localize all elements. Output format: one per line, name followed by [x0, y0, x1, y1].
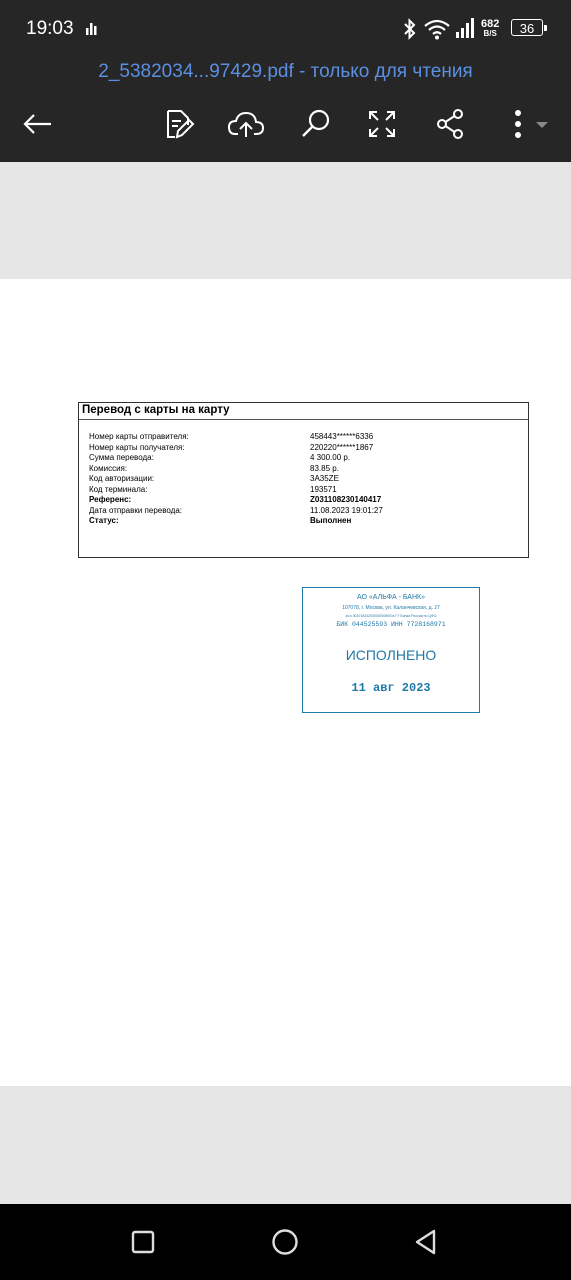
receipt-row: Статус: Выполнен — [89, 516, 519, 526]
pdf-page[interactable]: Перевод с карты на карту Номер карты отп… — [0, 279, 571, 1086]
circle-icon — [272, 1229, 298, 1255]
receipt-row-label: Статус: — [89, 516, 119, 525]
back-arrow-icon — [23, 114, 51, 134]
receipt-row: Дата отправки перевода: 11.08.2023 19:01… — [89, 506, 519, 516]
recent-apps-button[interactable] — [125, 1224, 161, 1260]
share-icon — [437, 109, 463, 139]
receipt-title: Перевод с карты на карту — [82, 404, 230, 416]
stamp-date: 11 авг 2023 — [351, 681, 431, 695]
triangle-back-icon — [415, 1229, 436, 1255]
signal-icon — [456, 18, 476, 43]
receipt-row-label: Сумма перевода: — [89, 453, 154, 462]
receipt-divider — [79, 419, 528, 420]
cloud-upload-icon — [228, 111, 264, 137]
battery-indicator: 36 — [511, 19, 547, 36]
network-speed-unit: B/S — [483, 29, 497, 38]
back-button[interactable] — [17, 104, 57, 144]
transfer-receipt: Перевод с карты на карту Номер карты отп… — [78, 402, 529, 558]
edit-icon — [167, 110, 195, 139]
network-speed-value: 682 — [481, 18, 500, 30]
receipt-row-value: 11.08.2023 19:01:27 — [310, 506, 383, 515]
receipt-row: Номер карты получателя: 220220******1867 — [89, 443, 519, 453]
receipt-row-label: Референс: — [89, 495, 132, 504]
receipt-row: Сумма перевода: 4 300.00 р. — [89, 453, 519, 463]
fullscreen-button[interactable] — [362, 104, 402, 144]
stamp-account: к/сч 30101810200000000593 в ГУ Банка Рос… — [345, 614, 437, 618]
status-time: 19:03 — [26, 18, 74, 39]
receipt-row: Комиссия: 83.85 р. — [89, 464, 519, 474]
receipt-row: Номер карты отправителя: 458443******633… — [89, 432, 519, 442]
bluetooth-icon — [403, 18, 417, 45]
wifi-icon — [424, 18, 450, 45]
search-button[interactable] — [296, 104, 336, 144]
viewer-background-bottom — [0, 1086, 571, 1204]
receipt-row-value: 83.85 р. — [310, 464, 339, 473]
cloud-upload-button[interactable] — [226, 104, 266, 144]
stamp-bik-inn: БИК 044525593 ИНН 7728168971 — [336, 621, 446, 628]
receipt-row-label: Код терминала: — [89, 485, 148, 494]
receipt-row-value: 458443******6336 — [310, 432, 374, 441]
receipt-row-value: Z031108230140417 — [310, 495, 382, 504]
receipt-row-label: Код авторизации: — [89, 474, 155, 483]
status-bar: 19:03 682 B/S 36 — [0, 0, 571, 58]
receipt-row-label: Номер карты отправителя: — [89, 432, 189, 441]
search-icon — [302, 109, 330, 137]
system-navigation-bar — [0, 1204, 571, 1280]
stamp-address: 107078, г. Москва, ул. Каланчевская, д. … — [342, 605, 440, 611]
square-icon — [131, 1230, 155, 1254]
more-options-button[interactable] — [506, 104, 550, 144]
nav-back-button[interactable] — [408, 1224, 444, 1260]
receipt-row: Референс: Z031108230140417 — [89, 495, 519, 505]
fullscreen-icon — [369, 111, 395, 137]
viewer-background-top — [0, 162, 571, 279]
receipt-row-value: 4 300.00 р. — [310, 453, 351, 462]
receipt-row-value: 3A35ZE — [310, 474, 339, 483]
app-header: 19:03 682 B/S 36 2_5382034...97429.pdf -… — [0, 0, 571, 162]
receipt-row-label: Комиссия: — [89, 464, 128, 473]
home-button[interactable] — [267, 1224, 303, 1260]
receipt-row-value: 193571 — [310, 485, 337, 494]
more-icon — [515, 110, 548, 138]
stamp-bank-name: АО «АЛЬФА - БАНК» — [356, 594, 425, 601]
edit-button[interactable] — [158, 104, 198, 144]
receipt-row-label: Номер карты получателя: — [89, 443, 185, 452]
receipt-row-value: 220220******1867 — [310, 443, 374, 452]
receipt-row: Код терминала: 193571 — [89, 485, 519, 495]
network-speed: 682 B/S — [481, 18, 500, 39]
stamp-status: ИСПОЛНЕНО — [345, 647, 437, 663]
receipt-row-label: Дата отправки перевода: — [89, 506, 182, 515]
document-title: 2_5382034...97429.pdf - только для чтени… — [98, 61, 473, 82]
share-button[interactable] — [430, 104, 470, 144]
bank-stamp: АО «АЛЬФА - БАНК» 107078, г. Москва, ул.… — [302, 587, 480, 713]
receipt-row-value: Выполнен — [310, 516, 352, 525]
activity-icon — [86, 22, 100, 40]
receipt-row: Код авторизации: 3A35ZE — [89, 474, 519, 484]
